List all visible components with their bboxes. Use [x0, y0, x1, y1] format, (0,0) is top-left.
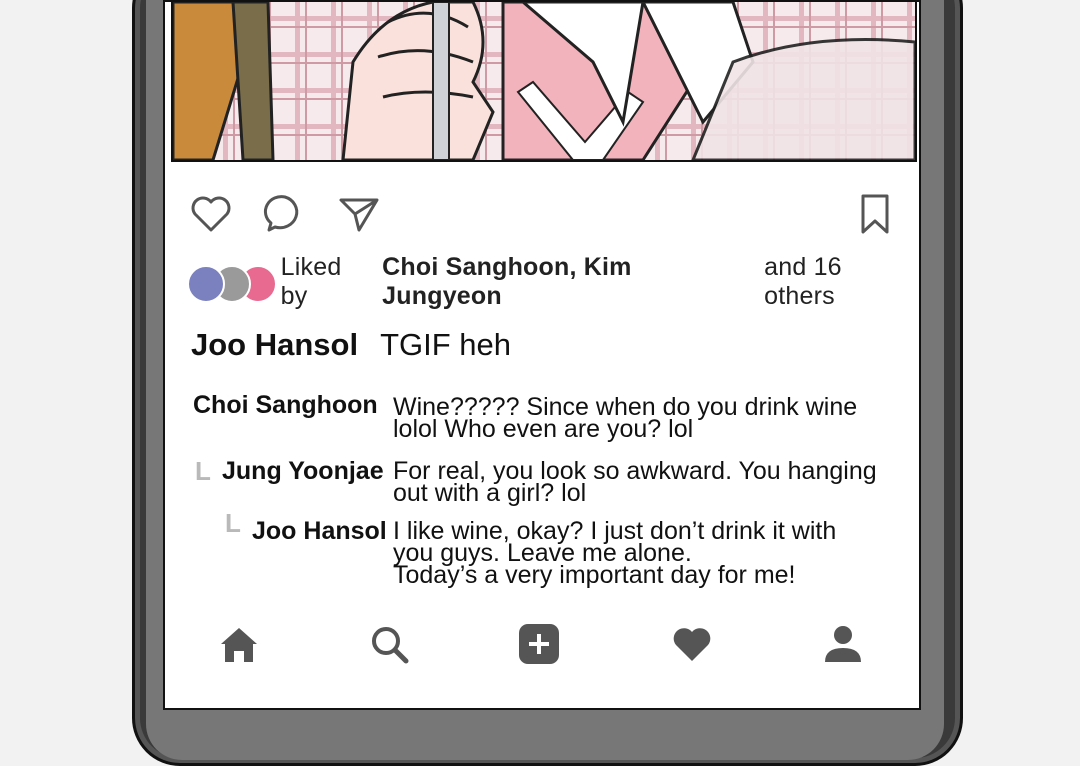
comment-icon[interactable] [261, 190, 309, 238]
comment-item: Choi Sanghoon Wine????? Since when do yo… [165, 393, 919, 443]
comment-line: lolol Who even are you? lol [393, 415, 694, 443]
comment-username[interactable]: Choi Sanghoon [193, 393, 378, 418]
comment-line: out with a girl? lol [393, 479, 587, 507]
caption-username[interactable]: Joo Hansol [191, 327, 358, 362]
reply-indicator: L [195, 456, 211, 486]
phone-screen: Liked by Choi Sanghoon, Kim Jungyeon and… [163, 0, 921, 710]
bottom-nav [165, 622, 919, 676]
bookmark-icon[interactable] [851, 190, 899, 238]
home-icon[interactable] [217, 622, 261, 666]
post-action-row [165, 190, 919, 238]
post-photo[interactable] [171, 2, 917, 162]
activity-heart-icon[interactable] [670, 622, 714, 666]
comment-item: L Jung Yoonjae For real, you look so awk… [165, 458, 919, 508]
heart-icon[interactable] [187, 190, 235, 238]
post-caption: Joo Hansol TGIF heh [191, 327, 511, 363]
comment-line: Today’s a very important day for me! [393, 561, 796, 589]
comment-username[interactable]: Jung Yoonjae [222, 459, 384, 484]
likes-summary[interactable]: Liked by Choi Sanghoon, Kim Jungyeon and… [187, 253, 919, 310]
caption-text: TGIF heh [380, 327, 512, 362]
comment-username[interactable]: Joo Hansol [252, 519, 387, 544]
liker-avatars [187, 265, 277, 303]
reply-indicator: L [225, 508, 241, 538]
profile-icon[interactable] [821, 622, 865, 666]
comment-item: L Joo Hansol I like wine, okay? I just d… [165, 510, 919, 592]
likes-suffix[interactable]: and 16 others [764, 253, 919, 311]
likes-prefix: Liked by [280, 253, 342, 310]
search-icon[interactable] [367, 622, 411, 666]
avatar [187, 265, 225, 303]
add-post-icon[interactable] [517, 622, 561, 666]
send-icon[interactable] [335, 190, 383, 238]
likes-names[interactable]: Choi Sanghoon, Kim Jungyeon [382, 253, 757, 311]
